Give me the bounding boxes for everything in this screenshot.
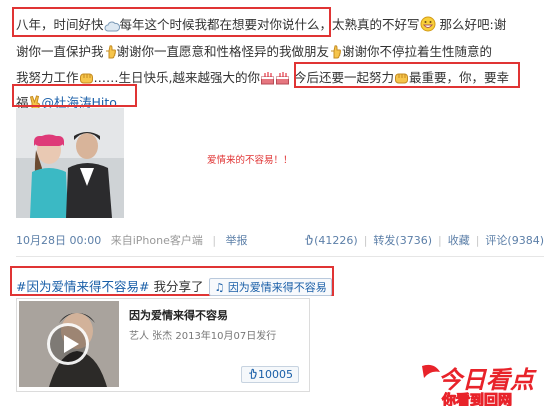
post-text: ……生日快乐,越来越强大的你 — [93, 70, 260, 85]
post-source[interactable]: 来自iPhone客户端 — [111, 234, 203, 247]
song-meta: 艺人 张杰 2013年10月07日发行 — [129, 331, 277, 342]
post-meta-row: 10月28日 00:00 来自iPhone客户端 | 举报 (41226) | 转发… — [16, 232, 544, 248]
like-button[interactable]: (41226) — [303, 234, 358, 247]
play-icon[interactable] — [47, 323, 89, 365]
comment-button[interactable]: 评论(9384) — [485, 234, 544, 247]
favorite-button[interactable]: 收藏 — [448, 234, 470, 247]
post-text: 我努力工作 — [16, 70, 79, 85]
thumbs-up-emoji-icon — [329, 44, 342, 62]
highlight-box — [12, 84, 137, 107]
music-note-icon: ♫ — [214, 281, 225, 294]
watermark-text: 今日看点 — [438, 366, 537, 394]
thumbs-up-emoji-icon — [104, 44, 117, 62]
song-title[interactable]: 因为爱情来得不容易 — [129, 307, 228, 323]
report-link[interactable]: 举报 — [226, 234, 248, 247]
post-actions: (41226) | 转发(3736) | 收藏 | 评论(9384) — [303, 232, 544, 248]
post-photo[interactable] — [16, 108, 124, 218]
like-count: (41226) — [314, 234, 358, 247]
post-text: 谢你一直保护我 — [16, 44, 104, 59]
divider — [16, 256, 544, 257]
highlight-box — [294, 62, 520, 88]
post-text: 那么好吧:谢 — [439, 17, 507, 32]
grin-emoji-icon — [420, 16, 436, 35]
post-date[interactable]: 10月28日 00:00 — [16, 234, 101, 247]
share-text: 我分享了 — [153, 279, 204, 294]
music-card[interactable]: 因为爱情来得不容易 艺人 张杰 2013年10月07日发行 10005 — [16, 298, 310, 392]
album-cover[interactable] — [19, 301, 119, 387]
post-text: 太熟真的不好写 — [332, 17, 420, 32]
highlight-box — [12, 7, 331, 37]
thumbs-up-icon — [247, 368, 258, 381]
hashtag-link[interactable]: #因为爱情来得不容易# — [16, 279, 149, 294]
thumbs-up-icon — [303, 234, 314, 247]
music-tag-label: 因为爱情来得不容易 — [227, 281, 327, 294]
share-line: #因为爱情来得不容易# 我分享了 ♫ 因为爱情来得不容易 — [16, 276, 332, 296]
post-line-2: 谢你一直保护我 谢谢你一直愿意和性格怪异的我做朋友 谢谢你不停拉着生性随意的 — [16, 41, 492, 62]
post-text: 谢谢你一直愿意和性格怪异的我做朋友 — [116, 44, 330, 59]
cake-emoji-icon — [275, 71, 290, 88]
watermark-subtext: 你看到回网 — [441, 392, 512, 406]
separator: | — [475, 234, 480, 247]
photo-caption: 爱情来的不容易！！ — [207, 155, 293, 166]
separator: | — [437, 234, 442, 247]
card-like-button[interactable]: 10005 — [241, 366, 299, 383]
separator: | — [363, 234, 368, 247]
music-tag[interactable]: ♫ 因为爱情来得不容易 — [209, 278, 332, 296]
separator: | — [212, 234, 217, 247]
cake-emoji-icon — [260, 71, 275, 88]
card-like-count: 10005 — [258, 368, 293, 381]
repost-button[interactable]: 转发(3736) — [373, 234, 432, 247]
post-text: 谢谢你不停拉着生性随意的 — [342, 44, 493, 59]
watermark-logo: 今日看点 你看到回网 — [418, 362, 558, 409]
